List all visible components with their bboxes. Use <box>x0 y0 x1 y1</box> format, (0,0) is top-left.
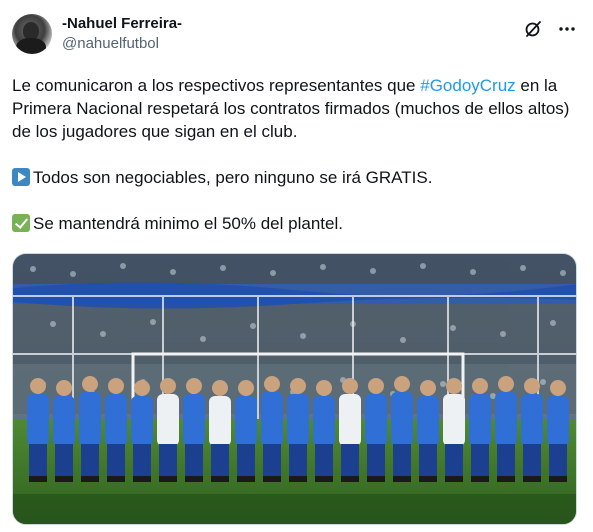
shadow-band <box>13 494 576 524</box>
tweet-point-1: Todos son negociables, pero ninguno se i… <box>33 168 433 187</box>
header-actions <box>523 18 577 40</box>
tweet-text-intro: Le comunicaron a los respectivos represe… <box>12 76 421 95</box>
tweet-point-2: Se mantendrá minimo el 50% del plantel. <box>33 214 343 233</box>
check-mark-emoji-icon <box>12 214 30 232</box>
tweet-card[interactable]: -Nahuel Ferreira- @nahuelfutbol Le comun… <box>0 0 593 532</box>
tweet-paragraph-3: Se mantendrá minimo el 50% del plantel. <box>12 212 577 235</box>
avatar[interactable] <box>12 14 52 54</box>
team-photo-illustration <box>13 254 576 524</box>
tweet-text: Le comunicaron a los respectivos represe… <box>12 74 577 235</box>
hashtag-link[interactable]: #GodoyCruz <box>420 76 515 95</box>
tweet-paragraph-2: Todos son negociables, pero ninguno se i… <box>12 166 577 189</box>
user-info: -Nahuel Ferreira- @nahuelfutbol <box>62 14 182 54</box>
tweet-header: -Nahuel Ferreira- @nahuelfutbol <box>12 14 577 60</box>
more-icon[interactable] <box>557 19 577 39</box>
grok-icon[interactable] <box>523 19 543 39</box>
author-handle[interactable]: @nahuelfutbol <box>62 34 182 54</box>
avatar-body-shape <box>16 38 46 54</box>
tweet-paragraph-1: Le comunicaron a los respectivos represe… <box>12 74 577 143</box>
play-button-emoji-icon <box>12 168 30 186</box>
author-display-name[interactable]: -Nahuel Ferreira- <box>62 14 182 34</box>
tweet-photo[interactable] <box>12 253 577 525</box>
